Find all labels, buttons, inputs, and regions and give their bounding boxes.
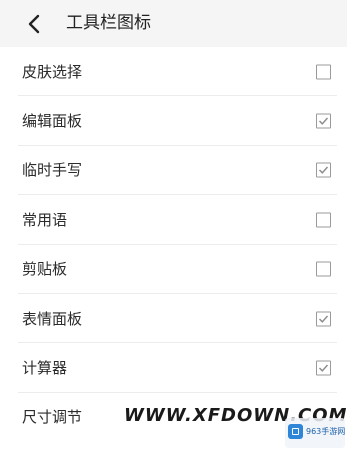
list-item-edit-panel[interactable]: 编辑面板 [0, 96, 347, 146]
checkbox[interactable] [316, 261, 331, 277]
back-button[interactable] [18, 8, 50, 40]
checkbox[interactable] [316, 113, 331, 129]
watermark-badge: 963手游网 [285, 418, 345, 448]
check-icon [319, 315, 329, 323]
list-item-label: 常用语 [22, 210, 68, 229]
list-item-calculator[interactable]: 计算器 [0, 343, 347, 393]
list-item-label: 编辑面板 [22, 112, 83, 131]
header-bar: 工具栏图标 [0, 0, 347, 47]
list-item-emoji-panel[interactable]: 表情面板 [0, 294, 347, 344]
list-item-label: 临时手写 [22, 161, 83, 180]
toolbar-icon-list: 皮肤选择 编辑面板 临时手写 常用语 剪贴板 表情面板 计算器 尺寸调节 [0, 47, 347, 442]
toolbar-icons-screen: 工具栏图标 皮肤选择 编辑面板 临时手写 常用语 剪贴板 表情面板 计算器 尺寸… [0, 0, 347, 453]
checkbox[interactable] [316, 360, 331, 376]
list-item-common-phrases[interactable]: 常用语 [0, 195, 347, 245]
check-icon [319, 117, 329, 125]
list-item-label: 表情面板 [22, 309, 83, 328]
list-item-label: 计算器 [22, 359, 68, 378]
check-icon [319, 364, 329, 372]
page-title: 工具栏图标 [66, 13, 151, 33]
checkbox[interactable] [316, 212, 331, 228]
watermark-badge-text: 963手游网 [306, 427, 346, 436]
list-item-handwriting[interactable]: 临时手写 [0, 146, 347, 196]
list-item-label: 剪贴板 [22, 260, 68, 279]
checkbox[interactable] [316, 64, 331, 80]
checkbox[interactable] [316, 311, 331, 327]
list-item-skin[interactable]: 皮肤选择 [0, 47, 347, 97]
check-icon [319, 167, 329, 175]
list-item-label: 尺寸调节 [22, 408, 83, 427]
site-logo-icon [288, 424, 303, 439]
list-item-clipboard[interactable]: 剪贴板 [0, 245, 347, 294]
chevron-left-icon [28, 14, 40, 34]
list-item-label: 皮肤选择 [22, 62, 83, 81]
checkbox[interactable] [316, 162, 331, 178]
